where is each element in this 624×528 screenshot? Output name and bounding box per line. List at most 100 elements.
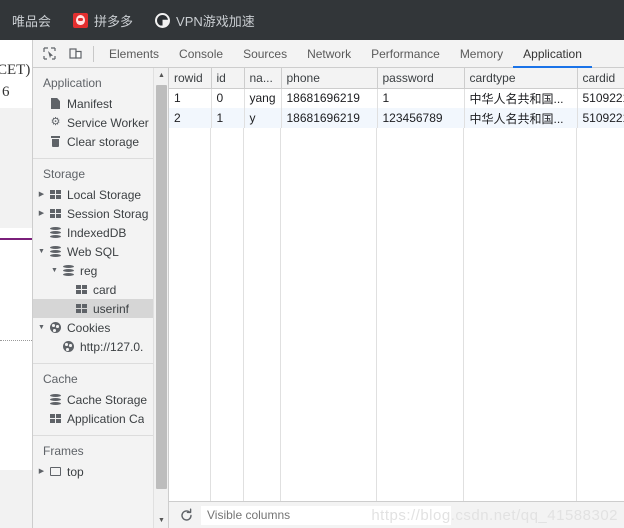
sidebar-item-local-storage[interactable]: ▶ Local Storage	[33, 185, 168, 204]
sidebar-item-indexeddb[interactable]: IndexedDB	[33, 223, 168, 242]
sidebar-item-clear-storage[interactable]: Clear storage	[33, 132, 168, 151]
column-header-cardtype[interactable]: cardtype	[464, 68, 578, 89]
scroll-down-icon[interactable]: ▼	[154, 513, 168, 528]
datagrid-body: 10yang186816962191中华人名共和国...51092219921y…	[169, 88, 624, 128]
datagrid-empty-area	[169, 128, 624, 513]
sidebar-section-title: Cache	[43, 372, 78, 386]
sidebar-item-top[interactable]: ▶ top	[33, 462, 168, 481]
datagrid-bottom-toolbar	[169, 501, 624, 528]
cookie-icon	[61, 341, 76, 352]
screenshot-root: 唯品会 拼多多 VPN游戏加速 CET) 6 Elements Console …	[0, 0, 624, 528]
inspect-element-icon[interactable]	[36, 40, 62, 67]
table-cell[interactable]: 510922199	[577, 88, 624, 108]
database-icon	[61, 265, 76, 276]
grid-icon	[74, 304, 89, 313]
table-cell[interactable]: 510922199	[577, 108, 624, 128]
sidebar-scrollbar[interactable]: ▲ ▼	[153, 68, 168, 528]
cookie-icon	[48, 322, 63, 333]
chevron-down-icon[interactable]: ▼	[35, 242, 48, 261]
sidebar-item-label: Cookies	[67, 320, 111, 335]
tab-elements[interactable]: Elements	[99, 40, 169, 67]
chevron-right-icon[interactable]: ▶	[35, 185, 48, 204]
table-cell[interactable]: 中华人名共和国...	[464, 88, 578, 108]
table-cell[interactable]: 18681696219	[281, 108, 378, 128]
bookmark-item-vipshop[interactable]: 唯品会	[8, 9, 55, 32]
sidebar-item-application-ca[interactable]: Application Ca	[33, 409, 168, 428]
tab-performance[interactable]: Performance	[361, 40, 450, 67]
table-cell[interactable]: 中华人名共和国...	[464, 108, 578, 128]
grid-icon	[48, 209, 63, 218]
toolbar-divider	[93, 45, 94, 62]
chevron-down-icon[interactable]: ▼	[48, 261, 61, 280]
table-cell[interactable]: 1	[211, 108, 245, 128]
table-cell[interactable]: y	[244, 108, 282, 128]
column-header-phone[interactable]: phone	[281, 68, 378, 89]
devtools-window: Elements Console Sources Network Perform…	[32, 40, 624, 528]
datagrid-header-row: rowid id na... phone password cardtype cardid	[169, 68, 624, 89]
table-row[interactable]: 10yang186816962191中华人名共和国...510922199	[169, 88, 624, 108]
tab-memory[interactable]: Memory	[450, 40, 513, 67]
bookmark-item-pinduoduo[interactable]: 拼多多	[69, 9, 137, 32]
sidebar-item-label: userinf	[93, 301, 130, 316]
table-cell[interactable]: 0	[211, 88, 245, 108]
visible-columns-input[interactable]	[201, 505, 451, 525]
devtools-body: Application Manifest ⚙ Service Worker Cle…	[33, 68, 624, 528]
tab-application[interactable]: Application	[513, 40, 592, 68]
sidebar-item-web-sql[interactable]: ▼ Web SQL	[33, 242, 168, 261]
column-header-id[interactable]: id	[211, 68, 245, 89]
sidebar-section-title: Storage	[43, 167, 86, 181]
sidebar-section-title: Frames	[43, 444, 84, 458]
tab-network[interactable]: Network	[297, 40, 361, 67]
sidebar-item-cache-storage[interactable]: Cache Storage	[33, 390, 168, 409]
sidebar-item-userinf[interactable]: userinf	[33, 299, 168, 318]
sidebar-item-label: reg	[80, 263, 98, 278]
sidebar-item-label: http://127.0.	[80, 339, 144, 354]
sidebar-item-label: Manifest	[67, 96, 113, 111]
table-cell[interactable]: 2	[169, 108, 212, 128]
database-icon	[48, 246, 63, 257]
sidebar-item-service-worker[interactable]: ⚙ Service Worker	[33, 113, 168, 132]
chevron-down-icon[interactable]: ▼	[35, 318, 48, 337]
sidebar-item-label: IndexedDB	[67, 225, 127, 240]
sidebar-item-label: top	[67, 464, 84, 479]
bookmark-label: 拼多多	[94, 13, 134, 29]
database-icon	[48, 394, 63, 405]
sidebar-item-label: Cache Storage	[67, 392, 148, 407]
sidebar-section-title: Application	[43, 76, 102, 90]
table-cell[interactable]: 1	[377, 88, 465, 108]
grid-icon	[48, 190, 63, 199]
column-header-rowid[interactable]: rowid	[169, 68, 212, 89]
column-header-na[interactable]: na...	[244, 68, 282, 89]
tab-sources[interactable]: Sources	[233, 40, 297, 67]
sidebar-item-session-storag[interactable]: ▶ Session Storag	[33, 204, 168, 223]
column-header-password[interactable]: password	[377, 68, 465, 89]
chevron-right-icon[interactable]: ▶	[35, 204, 48, 223]
scroll-up-icon[interactable]: ▲	[154, 68, 168, 83]
table-row[interactable]: 21y18681696219123456789中华人名共和国...5109221…	[169, 108, 624, 128]
gear-icon: ⚙	[50, 116, 61, 128]
sidebar-item-reg[interactable]: ▼ reg	[33, 261, 168, 280]
device-toolbar-icon[interactable]	[62, 40, 88, 67]
sidebar-item-label: card	[93, 282, 117, 297]
table-cell[interactable]: 18681696219	[281, 88, 378, 108]
table-cell[interactable]: yang	[244, 88, 282, 108]
chevron-right-icon[interactable]: ▶	[35, 462, 48, 481]
scrollbar-thumb[interactable]	[156, 85, 167, 489]
tab-console[interactable]: Console	[169, 40, 233, 67]
sidebar-item-card[interactable]: card	[33, 280, 168, 299]
page-peek-dotted-rule	[0, 340, 32, 341]
sidebar-item-cookies[interactable]: ▼ Cookies	[33, 318, 168, 337]
sidebar-item-label: Clear storage	[67, 134, 140, 149]
table-cell[interactable]: 123456789	[377, 108, 465, 128]
sidebar-item-http-127-0[interactable]: http://127.0.	[33, 337, 168, 356]
bookmark-item-vpn[interactable]: VPN游戏加速	[151, 9, 259, 32]
table-cell[interactable]: 1	[169, 88, 212, 108]
sidebar-item-manifest[interactable]: Manifest	[33, 94, 168, 113]
refresh-icon[interactable]	[175, 504, 197, 526]
column-header-cardid[interactable]: cardid	[577, 68, 624, 89]
